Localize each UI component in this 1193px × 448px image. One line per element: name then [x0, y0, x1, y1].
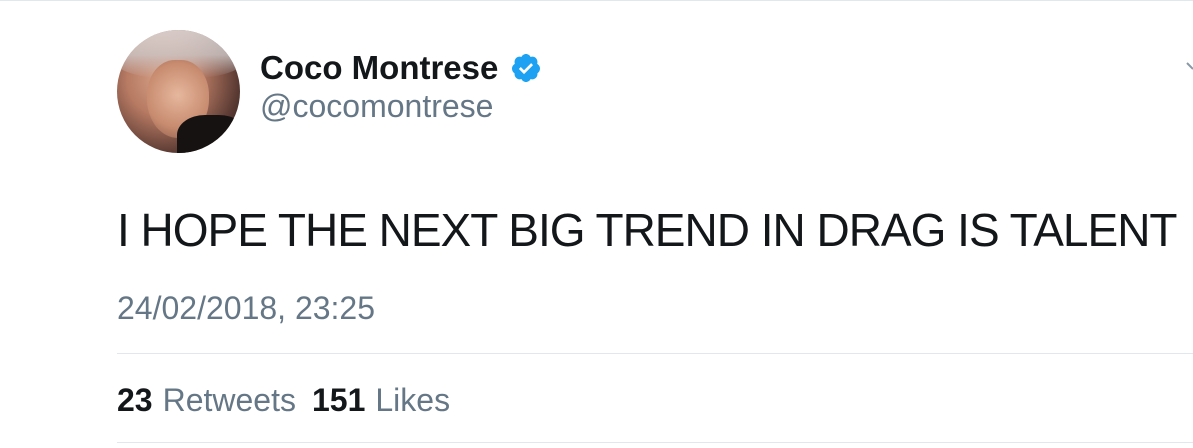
author-name-row: Coco Montrese: [260, 46, 542, 90]
author-handle[interactable]: @cocomontrese: [260, 88, 493, 125]
divider: [117, 442, 1193, 443]
divider: [117, 353, 1193, 354]
retweets-stat[interactable]: 23 Retweets: [117, 382, 296, 419]
top-divider: [0, 0, 1193, 1]
retweets-count: 23: [117, 381, 153, 418]
likes-count: 151: [311, 381, 366, 418]
tweet-stats: 23 Retweets 151 Likes: [117, 376, 450, 424]
tweet-timestamp[interactable]: 24/02/2018, 23:25: [117, 284, 375, 332]
tweet-card: Coco Montrese @cocomontrese I HOPE THE N…: [0, 0, 1193, 448]
retweets-label: Retweets: [162, 381, 296, 418]
tweet-text: I HOPE THE NEXT BIG TREND IN DRAG IS TAL…: [117, 204, 1178, 256]
verified-badge-icon: [510, 52, 542, 84]
likes-stat[interactable]: 151 Likes: [312, 382, 450, 419]
chevron-down-icon[interactable]: [1185, 58, 1193, 72]
likes-label: Likes: [375, 381, 451, 418]
author-display-name[interactable]: Coco Montrese: [260, 49, 498, 87]
avatar[interactable]: [117, 30, 240, 153]
